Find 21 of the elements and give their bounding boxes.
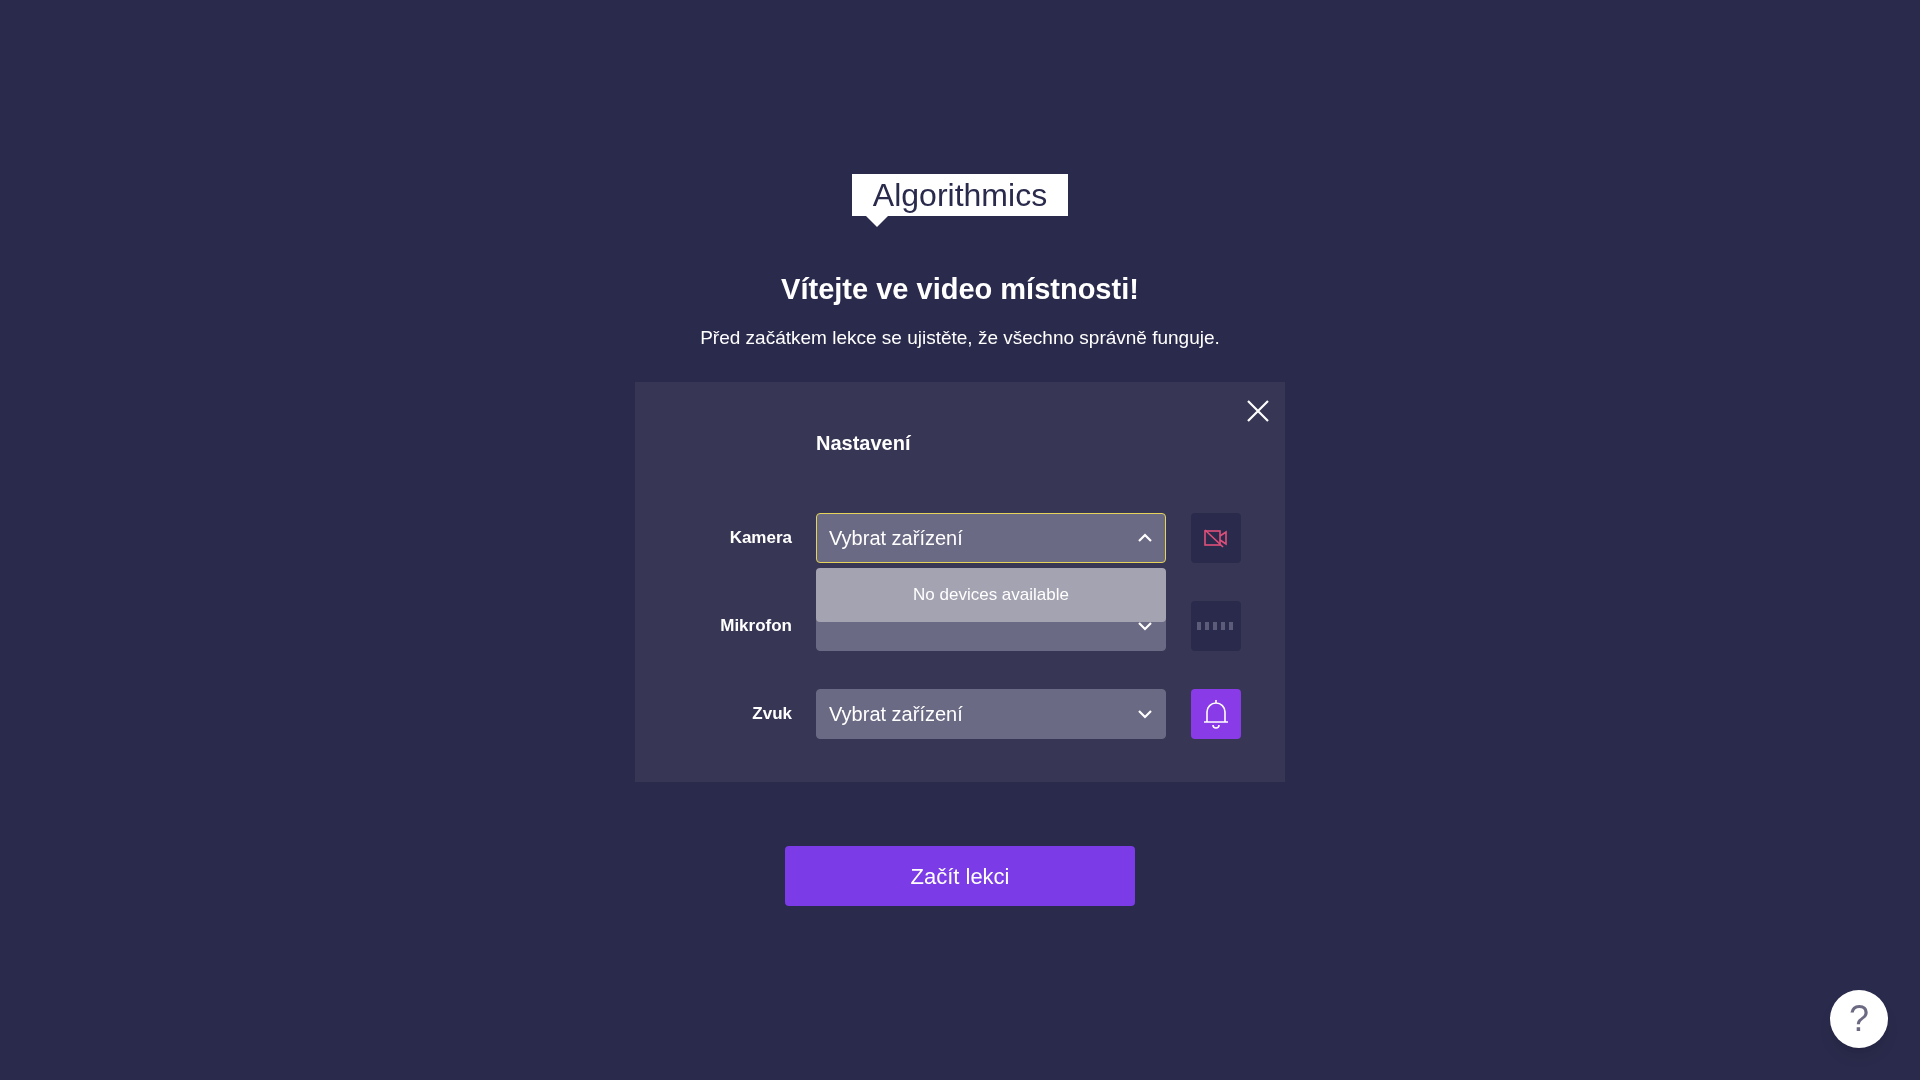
logo-pointer-icon bbox=[866, 216, 888, 228]
field-label: Zvuk bbox=[751, 703, 792, 726]
start-lesson-button[interactable]: Začít lekci bbox=[785, 846, 1135, 906]
device-select[interactable]: Vybrat zařízení bbox=[816, 689, 1166, 739]
chevron-icon bbox=[1137, 621, 1153, 631]
chevron-icon bbox=[1137, 533, 1153, 543]
close-icon[interactable] bbox=[1245, 398, 1271, 424]
select-value: Vybrat zařízení bbox=[829, 702, 963, 727]
camera-off-icon[interactable] bbox=[1191, 513, 1241, 563]
page-heading: Vítejte ve video místnosti! bbox=[781, 272, 1139, 307]
bell-icon[interactable] bbox=[1191, 689, 1241, 739]
chevron-icon bbox=[1137, 709, 1153, 719]
field-label: Kamera bbox=[728, 527, 792, 550]
page-subtitle: Před začátkem lekce se ujistěte, že všechno správně funguje. bbox=[700, 325, 1220, 350]
field-label: Mikrofon bbox=[719, 615, 792, 638]
help-button[interactable]: ? bbox=[1830, 990, 1888, 1048]
device-select[interactable]: Vybrat zařízení bbox=[816, 513, 1166, 563]
settings-title: Nastavení bbox=[816, 431, 911, 456]
dropdown-menu: No devices available bbox=[816, 568, 1166, 622]
level-meter-icon[interactable] bbox=[1191, 601, 1241, 651]
select-value: Vybrat zařízení bbox=[829, 526, 963, 551]
